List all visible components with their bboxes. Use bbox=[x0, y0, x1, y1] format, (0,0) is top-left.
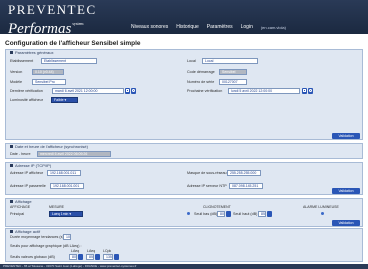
prochaine-label: Prochaine vérification bbox=[187, 89, 223, 93]
general-panel-title: Paramètres généraux bbox=[10, 50, 53, 55]
brand-suffix: system bbox=[72, 21, 84, 26]
lum-select[interactable]: Faible ▾ bbox=[51, 97, 78, 103]
seuils-row-label: Seuils valeurs globaux (dB) bbox=[10, 255, 55, 259]
prochaine-calendar-button[interactable] bbox=[302, 88, 307, 94]
nav-user: (en.cam.viola) bbox=[260, 25, 286, 30]
seuil-bas-label: Seuil bas (dB) bbox=[194, 212, 218, 216]
col-mesure: MESURE bbox=[49, 205, 64, 209]
col-alarme: ALARME LUMINEUSE bbox=[303, 205, 339, 209]
version-value: 0.10 (v0.44) bbox=[32, 69, 64, 75]
moyenne-input[interactable]: 10 bbox=[63, 234, 71, 240]
clock-icon bbox=[132, 89, 135, 92]
verif-input[interactable]: mardi 6 avril 2021 12:00:00 bbox=[52, 88, 124, 94]
ip-label: Adresse IP afficheur bbox=[10, 171, 44, 175]
serie-input[interactable]: 00127007 bbox=[219, 79, 247, 85]
niveau-panel: Affichage actif Durée moyennage tendance… bbox=[5, 228, 363, 262]
seuil2-input[interactable]: 85 bbox=[86, 254, 94, 260]
version-label: Version bbox=[10, 70, 23, 74]
date-panel-title: Date et heure de l'afficheur (synchronis… bbox=[10, 144, 88, 149]
date-label: Date - heure bbox=[10, 152, 31, 156]
seuil-haut-stepper[interactable] bbox=[267, 211, 272, 217]
brand-line2: Performas bbox=[8, 21, 72, 37]
seuil2-stepper[interactable] bbox=[95, 254, 100, 260]
seuils-graph-label: Seuils pour affichage graphique (dB LAeq… bbox=[10, 244, 82, 248]
nav-parametres[interactable]: Paramètres bbox=[207, 24, 233, 30]
moyenne-label: Durée moyennage tendances (s) bbox=[10, 235, 64, 239]
local-label: Local bbox=[187, 59, 196, 63]
passerelle-input[interactable]: 192.168.001.001 bbox=[50, 183, 84, 189]
seuil-col1: LAeq bbox=[71, 249, 80, 253]
affichage-row-label: Principal bbox=[10, 212, 25, 216]
mesure-select-value: Laeq 1min bbox=[52, 212, 69, 216]
modele-label: Modèle bbox=[10, 80, 23, 84]
seuil3-stepper[interactable] bbox=[114, 254, 119, 260]
mask-label: Masque de sous-réseau bbox=[187, 171, 227, 175]
code-value: Sensibel bbox=[219, 69, 247, 75]
seuil3-input[interactable]: 135 bbox=[103, 254, 113, 260]
seuil1-input[interactable]: 80 bbox=[69, 254, 77, 260]
ip-input[interactable]: 192.168.001.011 bbox=[47, 170, 81, 176]
lum-select-value: Faible bbox=[54, 98, 64, 102]
code-label: Code démarrage bbox=[187, 70, 215, 74]
affichage-submit-button[interactable]: Validation bbox=[332, 220, 360, 226]
nav-historique[interactable]: Historique bbox=[176, 24, 199, 30]
footer: PREVENTEC - 65 al Tolosane - 31670 Saint… bbox=[0, 264, 368, 269]
verif-clock-button[interactable] bbox=[131, 88, 136, 94]
prochaine-input[interactable]: lundi 5 avril 2022 12:00:00 bbox=[228, 88, 300, 94]
clignotement-toggle[interactable] bbox=[187, 212, 190, 215]
affichage-panel-title: Affichage bbox=[10, 199, 32, 204]
adresse-panel: Adresse IP (TCP/IP) Adresse IP afficheur… bbox=[5, 162, 363, 195]
calendar-icon bbox=[303, 89, 306, 92]
seuil-haut-input[interactable]: 85 bbox=[258, 211, 266, 217]
seuil-col2: LAeq bbox=[87, 249, 96, 253]
verif-calendar-button[interactable] bbox=[125, 88, 130, 94]
mesure-select[interactable]: Laeq 1min ▾ bbox=[49, 211, 83, 217]
affichage-panel: Affichage AFFICHAGE MESURE CLIGNOTEMENT … bbox=[5, 198, 363, 227]
page-title: Configuration de l'afficheur Sensibel si… bbox=[5, 40, 141, 47]
seuil-bas-stepper[interactable] bbox=[226, 211, 231, 217]
col-clignotement: CLIGNOTEMENT bbox=[203, 205, 231, 209]
serie-label: Numéro de série bbox=[187, 80, 215, 84]
verif-label: Dernière vérification bbox=[10, 89, 43, 93]
etablissement-input[interactable]: Etablissement bbox=[41, 58, 97, 64]
local-input[interactable]: Local bbox=[202, 58, 258, 64]
seuil-col3: LCpk bbox=[103, 249, 112, 253]
seuil-bas-input[interactable]: 80 bbox=[217, 211, 225, 217]
date-value: mercredi 6 avril 2022 06:09:26 bbox=[37, 151, 111, 157]
brand-line1: PREVENTEC bbox=[8, 2, 97, 17]
prochaine-clock-button[interactable] bbox=[308, 88, 313, 94]
page: PREVENTEC Performassystem Niveaux sonore… bbox=[0, 0, 368, 269]
brand-logo: PREVENTEC Performassystem bbox=[8, 3, 97, 37]
alarme-toggle[interactable] bbox=[321, 212, 324, 215]
calendar-icon bbox=[126, 89, 129, 92]
seuil-haut-label: Seuil haut (dB) bbox=[233, 212, 258, 216]
nav-niveaux-sonores[interactable]: Niveaux sonores bbox=[131, 24, 168, 30]
clock-icon bbox=[309, 89, 312, 92]
ntp-input[interactable]: 087.098.145.251 bbox=[229, 183, 263, 189]
ntp-label: Adresse IP serveur NTP bbox=[187, 184, 227, 188]
seuil1-stepper[interactable] bbox=[78, 254, 83, 260]
adresse-submit-button[interactable]: Validation bbox=[332, 188, 360, 194]
etablissement-label: Etablissement bbox=[10, 59, 34, 63]
general-submit-button[interactable]: Validation bbox=[332, 133, 360, 139]
mask-input[interactable]: 255.255.255.000 bbox=[227, 170, 261, 176]
main-nav: Niveaux sonores Historique Paramètres Lo… bbox=[131, 24, 286, 30]
niveau-panel-title: Affichage actif bbox=[10, 229, 40, 234]
nav-login[interactable]: Login bbox=[241, 24, 253, 30]
general-panel: Paramètres généraux Etablissement Etabli… bbox=[5, 49, 363, 140]
app-header: PREVENTEC Performassystem Niveaux sonore… bbox=[0, 0, 368, 37]
passerelle-label: Adresse IP passerelle bbox=[10, 184, 46, 188]
date-panel: Date et heure de l'afficheur (synchronis… bbox=[5, 143, 363, 159]
lum-label: Luminosité afficheur bbox=[10, 98, 43, 102]
adresse-panel-title: Adresse IP (TCP/IP) bbox=[10, 163, 51, 168]
col-affichage: AFFICHAGE bbox=[10, 205, 31, 209]
modele-input[interactable]: Sensibel Pro bbox=[32, 79, 66, 85]
